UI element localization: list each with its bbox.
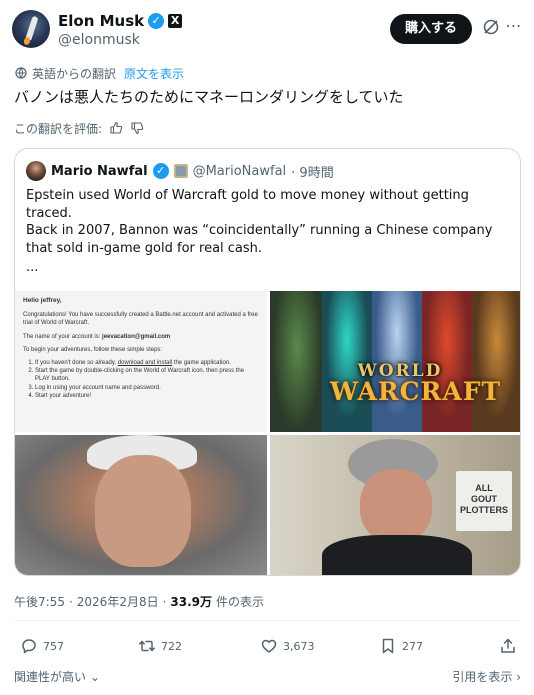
quoted-verified-badge-icon: ✓	[152, 163, 169, 179]
email-step-3: Log in using your account name and passw…	[35, 384, 259, 392]
author-avatar[interactable]	[12, 10, 50, 48]
protest-sign: ALL GOUT PLOTTERS	[456, 471, 512, 531]
quoted-paragraph-2: Back in 2007, Bannon was “coincidentally…	[26, 223, 493, 256]
reply-sort-row: 関連性が高い ⌄ 引用を表示 ›	[14, 668, 521, 684]
wow-character-1	[272, 291, 322, 432]
meta-separator: ·	[68, 594, 73, 609]
quoted-post-time[interactable]: · 9時間	[291, 162, 334, 181]
quoted-author-avatar[interactable]	[26, 161, 46, 181]
retweet-button[interactable]: 722	[138, 636, 182, 656]
email-account-prefix: The name of your account is:	[23, 333, 103, 340]
email-step-1-a: If you haven't done so already,	[35, 360, 118, 367]
email-step-1: If you haven't done so already, download…	[35, 359, 259, 367]
post-text: バノンは悪人たちのためにマネーロンダリングをしていた	[14, 88, 404, 106]
bookmark-button[interactable]: 277	[379, 636, 423, 656]
email-begin: To begin your adventures, follow these s…	[23, 346, 163, 353]
quoted-author-name[interactable]: Mario Nawfal	[51, 164, 148, 179]
wow-logo: WORLD WARCRAFT	[330, 361, 502, 417]
like-button[interactable]: 3,673	[260, 636, 315, 656]
email-account-address: jeevacation@gmail.com	[102, 333, 171, 340]
views-label: 件の表示	[216, 595, 265, 609]
author-name-row: Elon Musk ✓ X	[58, 12, 183, 30]
affiliate-badge-icon	[173, 164, 188, 178]
share-button[interactable]	[499, 636, 517, 656]
thumbs-up-icon[interactable]	[109, 121, 123, 135]
heart-icon	[261, 639, 277, 653]
divider	[14, 620, 521, 621]
post-header: Elon Musk ✓ X @elonmusk 購入する ⋯	[12, 10, 522, 50]
grok-icon[interactable]	[482, 18, 500, 36]
bookmark-icon	[382, 638, 394, 654]
email-step-1-link: download and install	[117, 360, 173, 367]
email-step-4: Start your adventure!	[35, 392, 259, 400]
post-time[interactable]: 午後7:55	[14, 593, 65, 610]
quoted-ellipsis: ...	[26, 260, 39, 275]
rate-translation: この翻訳を評価:	[14, 120, 144, 136]
world-of-warcraft-image[interactable]: WORLD WARCRAFT	[270, 291, 520, 432]
reply-count: 757	[43, 639, 64, 653]
view-quotes-link[interactable]: 引用を表示 ›	[452, 668, 521, 685]
email-greeting: Hello jeffrey,	[23, 297, 62, 304]
post-meta: 午後7:55 · 2026年2月8日 · 33.9万 件の表示	[14, 593, 264, 610]
media-grid: Hello jeffrey, Congratulations! You have…	[15, 291, 520, 575]
quoted-post-header: Mario Nawfal ✓ @MarioNawfal · 9時間	[26, 161, 334, 181]
email-congrats: Congratulations! You have successfully c…	[23, 312, 258, 327]
verified-badge-icon[interactable]: ✓	[148, 13, 165, 29]
email-screenshot-image[interactable]: Hello jeffrey, Congratulations! You have…	[15, 291, 267, 432]
translation-label: 英語からの翻訳	[32, 66, 117, 81]
photo-face	[95, 455, 191, 567]
retweet-icon	[139, 640, 155, 652]
wow-character-5	[472, 291, 520, 432]
sort-relevance-dropdown[interactable]: 関連性が高い ⌄	[14, 668, 100, 685]
translation-info: 英語からの翻訳 原文を表示	[14, 65, 184, 81]
email-step-2: Start the game by double-clicking on the…	[35, 367, 259, 383]
avatar-flame-icon	[22, 36, 32, 46]
post-date[interactable]: 2026年2月8日	[77, 593, 159, 610]
quoted-paragraph-1: Epstein used World of Warcraft gold to m…	[26, 188, 469, 221]
meta-separator: ·	[162, 594, 167, 609]
retweet-count: 722	[161, 639, 182, 653]
email-steps: If you haven't done so already, download…	[23, 359, 259, 400]
email-account-line: The name of your account is: jeevacation…	[23, 333, 259, 341]
share-icon	[501, 638, 515, 653]
show-original-link[interactable]: 原文を表示	[124, 65, 184, 82]
author-handle[interactable]: @elonmusk	[58, 32, 140, 48]
email-step-1-b: the game application.	[172, 360, 231, 367]
epstein-photo[interactable]	[15, 435, 267, 575]
x-affiliation-icon[interactable]: X	[168, 14, 183, 28]
more-options-icon[interactable]: ⋯	[505, 18, 523, 36]
photo-jacket	[322, 535, 472, 575]
author-name[interactable]: Elon Musk	[58, 12, 144, 30]
rate-translation-label: この翻訳を評価:	[14, 121, 103, 136]
quoted-post-card[interactable]: Mario Nawfal ✓ @MarioNawfal · 9時間 Epstei…	[14, 148, 521, 576]
photo-face	[360, 469, 432, 543]
translate-icon	[15, 67, 27, 79]
action-bar: 757 722 3,673 277	[14, 634, 521, 658]
wow-logo-warcraft: WARCRAFT	[330, 377, 502, 406]
views-count[interactable]: 33.9万	[170, 593, 212, 610]
thumbs-down-icon[interactable]	[130, 121, 144, 135]
reply-button[interactable]: 757	[20, 636, 64, 656]
bookmark-count: 277	[402, 639, 423, 653]
like-count: 3,673	[283, 639, 315, 653]
reply-icon	[22, 639, 36, 654]
bannon-photo[interactable]: ALL GOUT PLOTTERS	[270, 435, 520, 575]
buy-button[interactable]: 購入する	[390, 14, 472, 44]
quoted-author-handle: @MarioNawfal	[192, 163, 287, 179]
